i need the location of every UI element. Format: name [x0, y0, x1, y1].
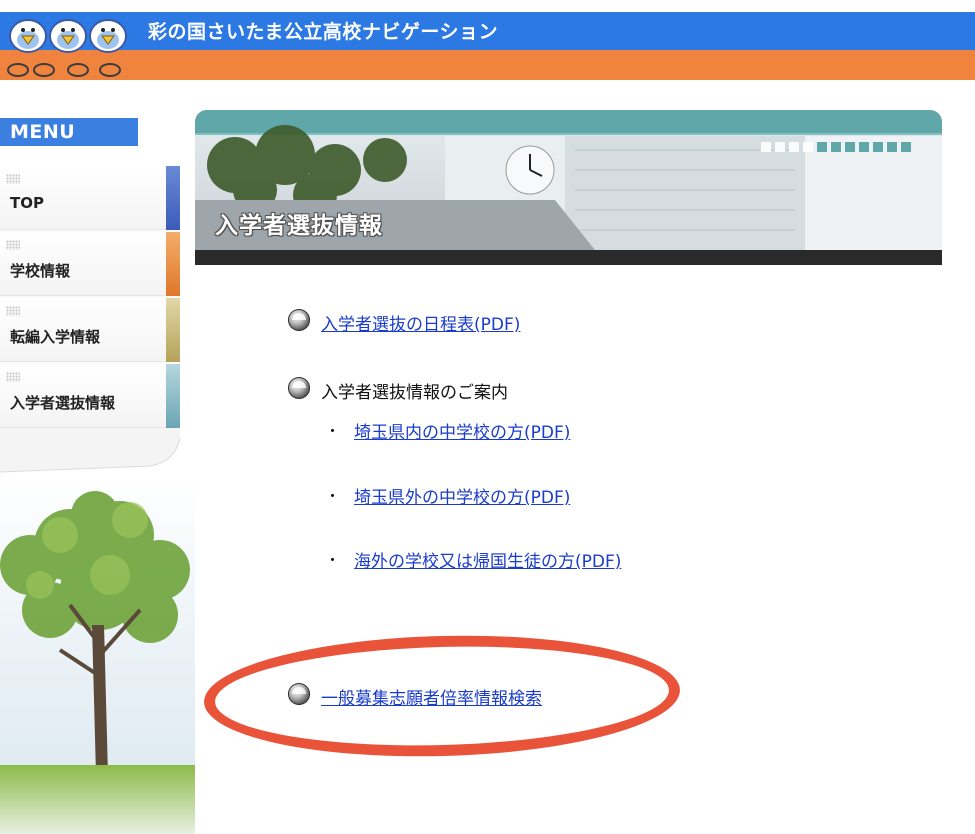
menu-heading: MENU	[0, 118, 138, 146]
sidebar-item-label: 学校情報	[10, 262, 71, 280]
sidebar-item-label: TOP	[10, 194, 44, 212]
menu-tab-indicator	[166, 364, 180, 428]
sidebar-item-label: 入学者選抜情報	[10, 394, 116, 412]
dots-icon	[6, 174, 20, 184]
page-title: 入学者選抜情報	[215, 213, 383, 239]
tree-photo	[0, 475, 195, 834]
main-content: 入学者選抜の日程表(PDF) 入学者選抜情報のご案内 ・ 埼玉県内の中学校の方(…	[195, 265, 942, 834]
schedule-pdf-link[interactable]: 入学者選抜の日程表(PDF)	[321, 310, 520, 335]
menu-tab-indicator	[166, 166, 180, 230]
sidebar-item-label: 転編入学情報	[10, 328, 101, 346]
menu-tab-indicator	[166, 232, 180, 296]
sidebar-item-transfer-info[interactable]: 転編入学情報	[0, 298, 180, 362]
dots-icon	[6, 306, 20, 316]
sidebar-item-admission-info[interactable]: 入学者選抜情報	[0, 364, 180, 428]
bullet-sphere-icon	[288, 683, 310, 705]
header-orange-bar	[0, 50, 975, 80]
list-dot: ・	[325, 422, 341, 440]
ratio-search-link[interactable]: 一般募集志願者倍率情報検索	[321, 684, 542, 709]
page-banner: 入学者選抜情報	[195, 110, 942, 265]
sidebar-item-school-info[interactable]: 学校情報	[0, 232, 180, 296]
overseas-returnee-pdf-link[interactable]: 海外の学校又は帰国生徒の方(PDF)	[354, 547, 621, 572]
menu-panel: TOP 学校情報 転編入学情報 入学者選抜情報	[0, 166, 180, 428]
list-dot: ・	[325, 551, 341, 569]
bird-mascots-icon	[7, 19, 127, 77]
in-prefecture-pdf-link[interactable]: 埼玉県内の中学校の方(PDF)	[354, 418, 570, 443]
list-dot: ・	[325, 487, 341, 505]
building-photo	[195, 110, 942, 265]
dots-icon	[6, 240, 20, 250]
guide-heading: 入学者選抜情報のご案内	[321, 383, 508, 403]
bullet-sphere-icon	[288, 377, 310, 399]
site-title: 彩の国さいたま公立高校ナビゲーション	[148, 21, 499, 43]
menu-tab-indicator	[166, 298, 180, 362]
sidebar: MENU TOP 学校情報 転編入学情報 入学者選抜情報	[0, 80, 195, 834]
out-of-prefecture-pdf-link[interactable]: 埼玉県外の中学校の方(PDF)	[354, 483, 570, 508]
site-header: 彩の国さいたま公立高校ナビゲーション	[0, 0, 975, 80]
sidebar-item-top[interactable]: TOP	[0, 166, 180, 230]
bullet-sphere-icon	[288, 309, 310, 331]
dots-icon	[6, 372, 20, 382]
